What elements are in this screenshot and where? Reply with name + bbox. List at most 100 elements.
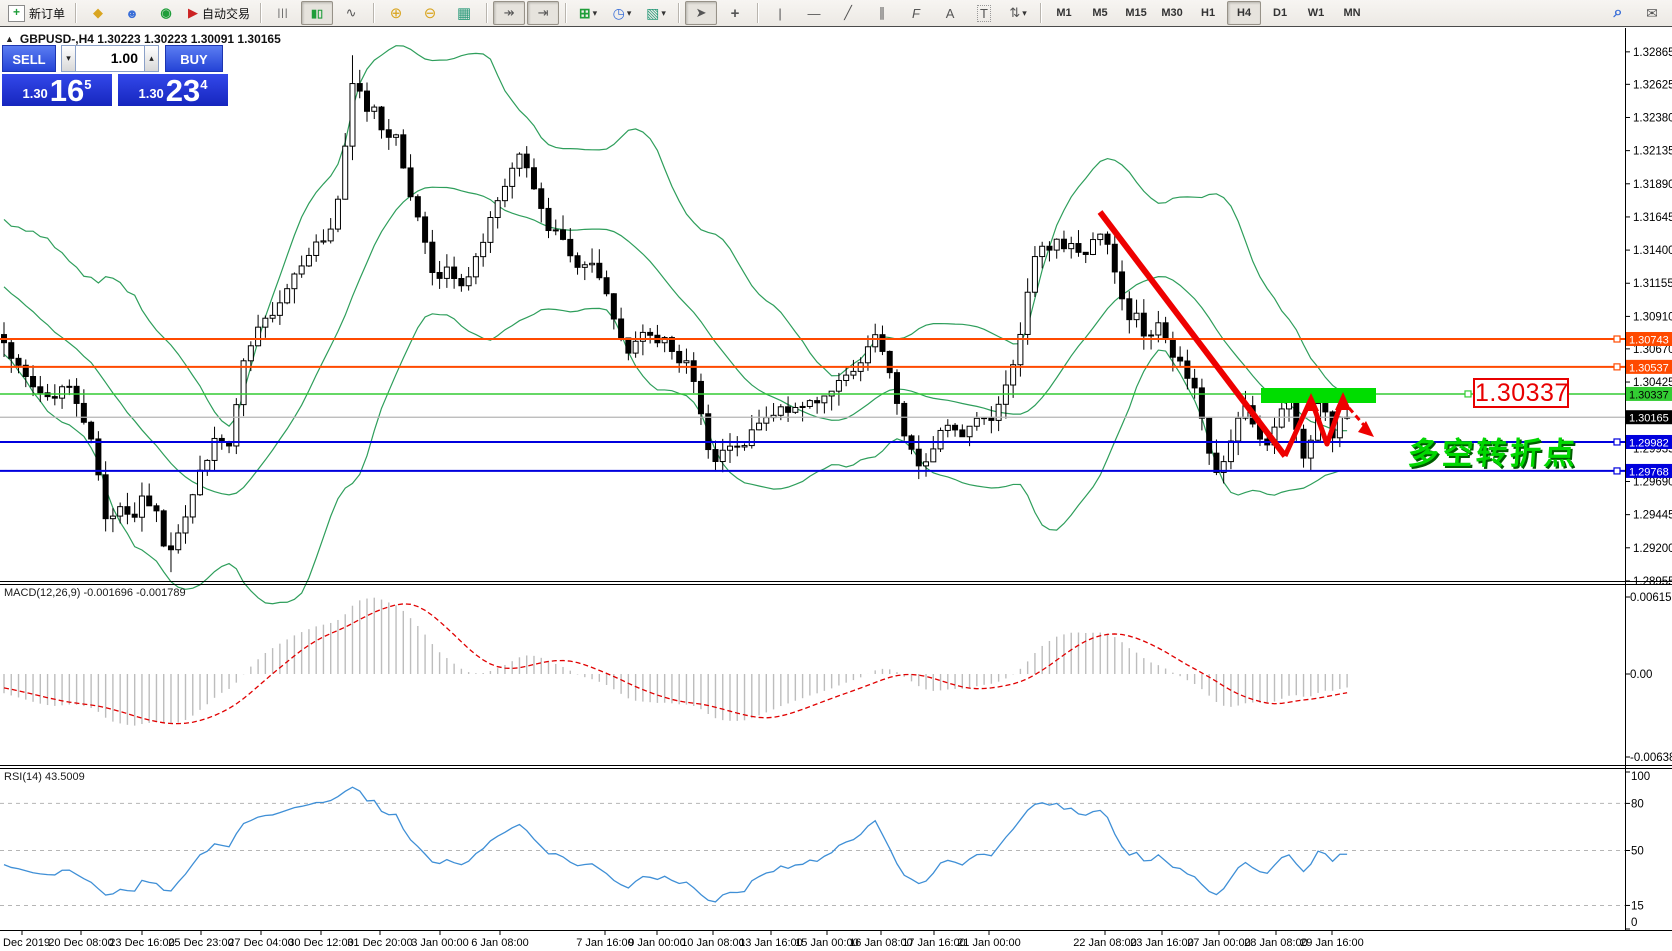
zoom-out-button[interactable]: ⊖ [414,1,446,25]
signals-icon: ◉ [160,5,171,21]
template-icon: ▧ [646,5,659,22]
svg-text:30 Dec 12:00: 30 Dec 12:00 [288,937,353,949]
candlestick-chart-button[interactable]: ▮▯ [301,1,333,25]
svg-text:1.28955: 1.28955 [1633,576,1672,588]
svg-text:1.32625: 1.32625 [1633,79,1672,91]
community-icon: ☻ [125,6,139,21]
timeframe-d1[interactable]: D1 [1263,1,1297,25]
text-tool[interactable]: A [934,1,966,25]
zoom-in-button[interactable]: ⊕ [380,1,412,25]
separator [486,3,487,23]
chart-area[interactable]: 1.328651.326251.323801.321351.318901.316… [0,28,1672,951]
separator [260,3,261,23]
svg-text:23 Jan 16:00: 23 Jan 16:00 [1130,937,1194,949]
text-icon: A [946,6,955,21]
templates-button[interactable]: ▧▾ [640,1,672,25]
line-chart-button[interactable]: ∿ [335,1,367,25]
one-click-trading-panel: SELL ▾ 1.00 ▴ BUY 1.30 16 5 1.30 23 4 [2,45,228,106]
sell-button[interactable]: SELL [2,45,56,72]
buy-button[interactable]: BUY [165,45,223,72]
timeframe-m1[interactable]: M1 [1047,1,1081,25]
channel-tool[interactable]: ∥ [866,1,898,25]
svg-text:9 Jan 00:00: 9 Jan 00:00 [628,937,686,949]
svg-text:23 Dec 16:00: 23 Dec 16:00 [109,937,174,949]
volume-input[interactable]: 1.00 [76,45,144,72]
search-button[interactable]: ⌕ [1602,1,1634,25]
candlestick-icon: ▮▯ [311,7,323,20]
svg-text:50: 50 [1631,846,1644,858]
line-chart-icon: ∿ [346,5,357,21]
market-button[interactable]: ◆ [82,1,114,25]
chat-button[interactable]: ✉ [1636,1,1668,25]
timeframe-m5[interactable]: M5 [1083,1,1117,25]
separator [1040,3,1041,23]
svg-text:1.30537: 1.30537 [1629,362,1669,374]
timeframe-h4[interactable]: H4 [1227,1,1261,25]
timeframe-m30[interactable]: M30 [1155,1,1189,25]
cursor-tool-button[interactable]: ➤ [685,1,717,25]
svg-text:9 Dec 2019: 9 Dec 2019 [0,937,50,949]
chevron-down-icon: ▾ [1022,8,1027,19]
volume-down-button[interactable]: ▾ [61,45,76,72]
price-chart[interactable]: 1.328651.326251.323801.321351.318901.316… [0,28,1672,951]
new-order-button[interactable]: + 新订单 [4,1,69,25]
community-button[interactable]: ☻ [116,1,148,25]
timeframe-h1[interactable]: H1 [1191,1,1225,25]
rsi-panel: 1008050150 [0,771,1650,929]
time-axis: 9 Dec 201920 Dec 08:0023 Dec 16:0025 Dec… [0,931,1364,949]
text-label-tool[interactable]: T [968,1,1000,25]
candles [2,55,1350,572]
volume-up-button[interactable]: ▴ [144,45,159,72]
turning-point-text[interactable]: 多空转折点 [1407,437,1579,471]
arrows-icon: ⇅ [1009,5,1020,21]
price-callout-label[interactable]: 1.30337 [1473,378,1569,408]
svg-text:21 Jan 00:00: 21 Jan 00:00 [957,937,1021,949]
collapse-trade-panel-icon[interactable]: ▲ [5,34,14,44]
svg-text:1.30337: 1.30337 [1629,389,1669,401]
svg-text:1.29445: 1.29445 [1633,510,1672,522]
price-axis: 1.328651.326251.323801.321351.318901.316… [1625,47,1672,588]
chevron-down-icon: ▾ [627,8,632,19]
svg-text:1.31645: 1.31645 [1633,212,1672,224]
sell-price-display[interactable]: 1.30 16 5 [2,74,112,106]
svg-text:-0.00638: -0.00638 [1630,752,1672,764]
indicators-list-button[interactable]: ⊞▾ [572,1,604,25]
buy-price-display[interactable]: 1.30 23 4 [118,74,228,106]
timeframe-w1[interactable]: W1 [1299,1,1333,25]
text-label-icon: T [977,5,991,22]
clock-icon: ◷ [613,5,625,22]
crosshair-tool-button[interactable]: + [719,1,751,25]
svg-text:10 Jan 08:00: 10 Jan 08:00 [681,937,745,949]
svg-text:13 Jan 16:00: 13 Jan 16:00 [739,937,803,949]
vertical-line-tool[interactable]: | [764,1,796,25]
svg-text:20 Dec 08:00: 20 Dec 08:00 [48,937,113,949]
svg-text:1.30910: 1.30910 [1633,311,1672,323]
bar-chart-button[interactable]: ||| [267,1,299,25]
separator [565,3,566,23]
svg-text:100: 100 [1631,771,1650,783]
autotrading-button[interactable]: ▶ 自动交易 [184,1,254,25]
market-icon: ◆ [93,5,103,21]
auto-scroll-button[interactable]: ↠ [493,1,525,25]
arrows-tool[interactable]: ⇅▾ [1002,1,1034,25]
svg-text:1.29982: 1.29982 [1629,437,1669,449]
timeframe-m15[interactable]: M15 [1119,1,1153,25]
svg-text:1.32865: 1.32865 [1633,47,1672,59]
indicators-icon: ⊞ [579,5,591,22]
signals-button[interactable]: ◉ [150,1,182,25]
trendline-tool[interactable]: ╱ [832,1,864,25]
horizontal-line-tool[interactable]: — [798,1,830,25]
periods-button[interactable]: ◷▾ [606,1,638,25]
trendline-icon: ╱ [844,5,852,21]
tile-windows-button[interactable]: ▦ [448,1,480,25]
chevron-down-icon: ▾ [661,8,666,19]
svg-text:1.31400: 1.31400 [1633,245,1672,257]
autotrading-icon: ▶ [188,5,198,21]
fibonacci-tool[interactable]: F [900,1,932,25]
horizontal-line-icon: — [808,6,821,21]
separator [757,3,758,23]
chart-shift-button[interactable]: ⇥ [527,1,559,25]
chart-title: ▲ GBPUSD-,H4 1.30223 1.30223 1.30091 1.3… [5,32,281,46]
timeframe-mn[interactable]: MN [1335,1,1369,25]
macd-panel: 0.0061570.00-0.00638 [4,592,1672,764]
